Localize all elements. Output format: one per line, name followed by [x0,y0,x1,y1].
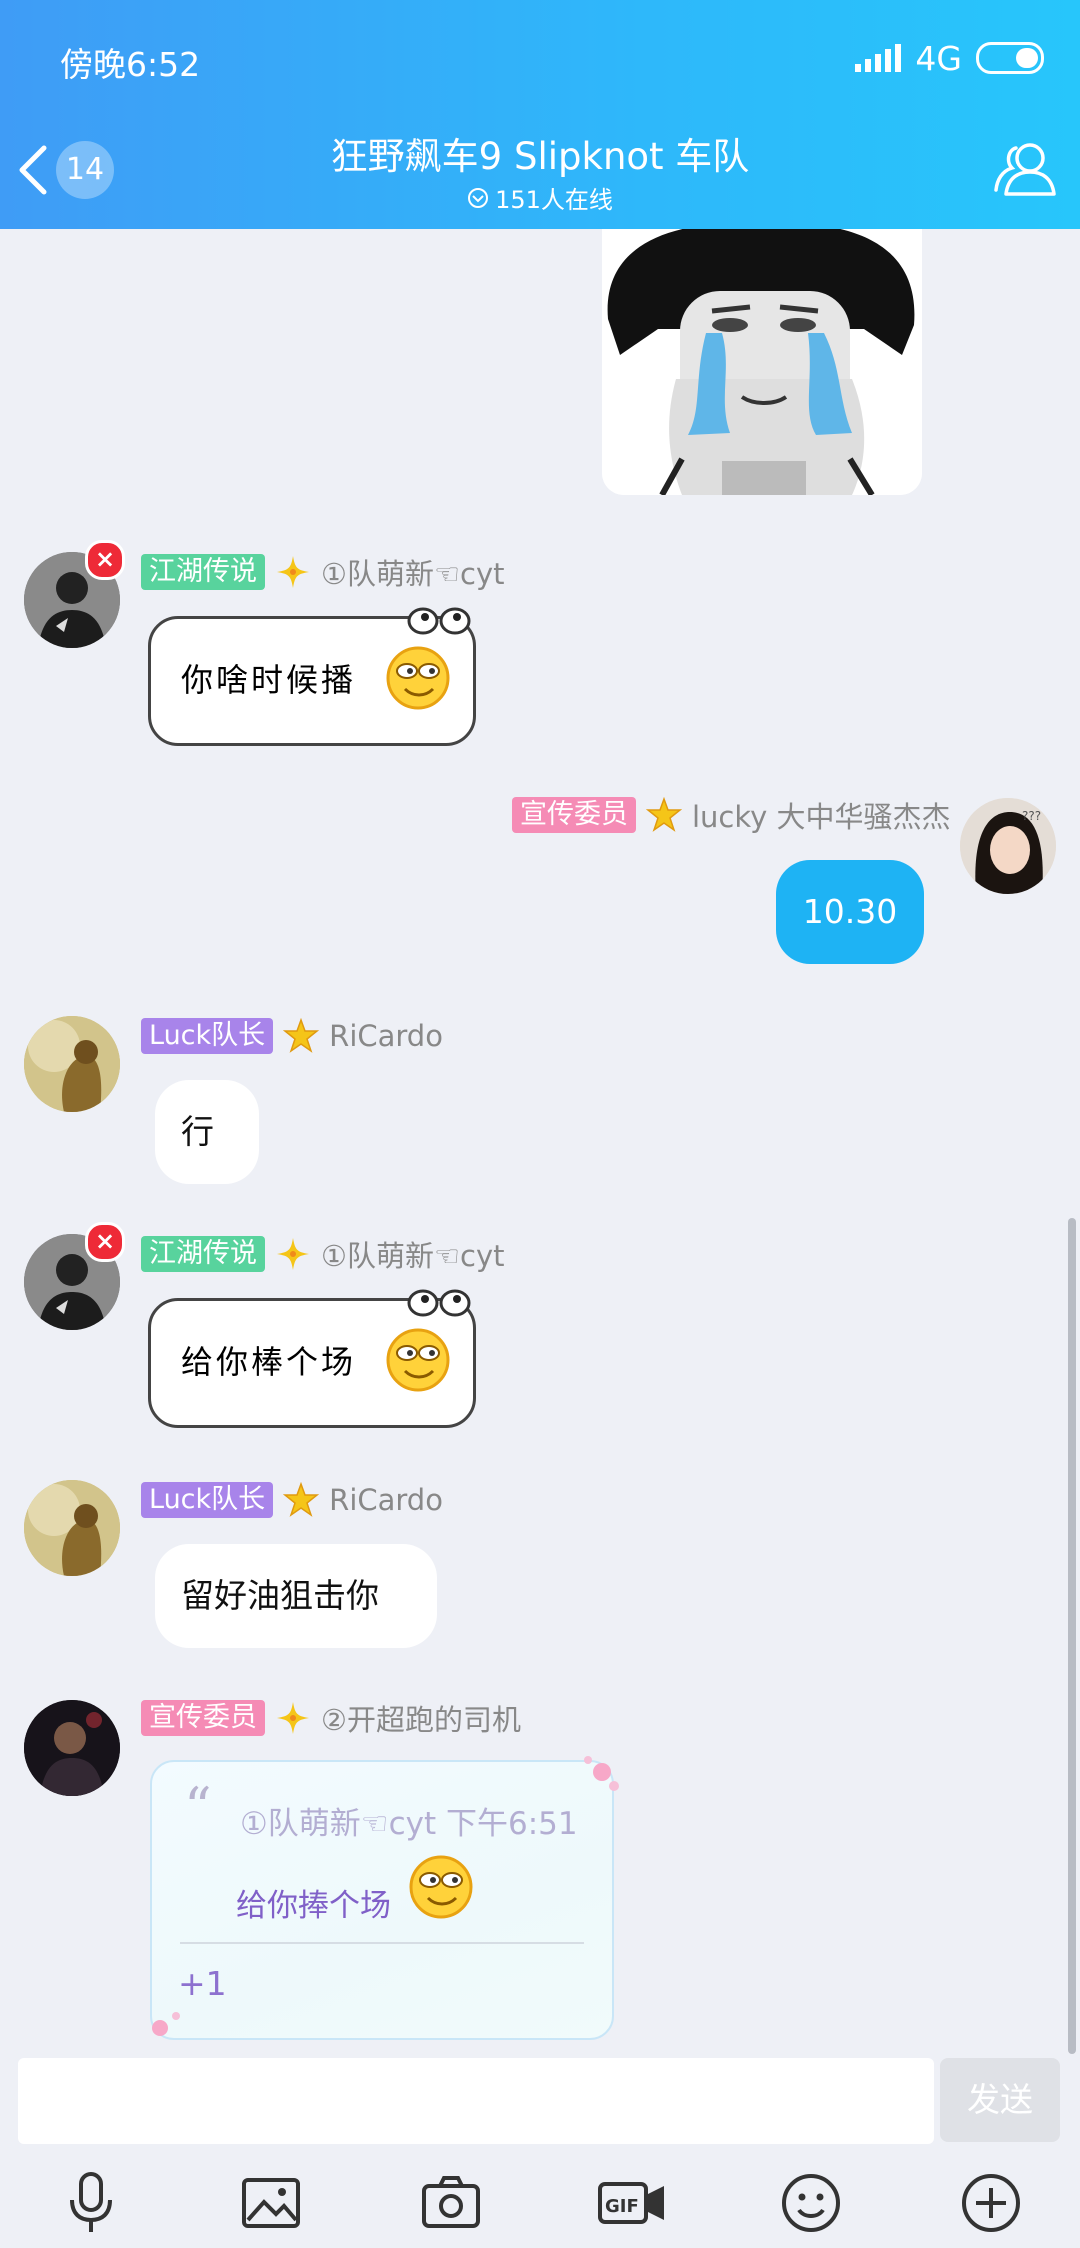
sender-name[interactable]: ①队萌新☜cyt [321,551,504,593]
smirk-emoji-icon [409,1855,473,1919]
avatar[interactable]: ??? [960,798,1056,894]
quoted-sender-time[interactable]: ①队萌新☜cyt 下午6:51 [240,1798,578,1843]
sender-meta: Luck队长 RiCardo [141,1481,443,1519]
member-title-tag: Luck队长 [141,1482,274,1518]
emoji-icon[interactable] [778,2170,844,2236]
send-button[interactable]: 发送 [940,2058,1060,2142]
message-text: 你啥时候播 [181,661,357,699]
message-bubble[interactable]: 你啥时候播 [148,607,476,746]
sender-name[interactable]: RiCardo [329,1483,443,1517]
star-icon [646,797,682,832]
plus-icon[interactable] [958,2170,1024,2236]
camera-icon[interactable] [418,2170,484,2236]
signal-icon [855,44,902,72]
message-input[interactable] [18,2058,934,2144]
image-icon[interactable] [238,2170,304,2236]
member-title-tag: Luck队长 [141,1018,274,1054]
scrollbar[interactable] [1068,1218,1076,2054]
status-indicators: 4G [855,38,1044,78]
microphone-icon[interactable] [58,2170,124,2236]
sender-meta: 宣传委员 lucky 大中华骚杰杰 [512,796,951,834]
star-icon [283,1482,320,1517]
sender-name[interactable]: lucky 大中华骚杰杰 [692,794,951,836]
online-count-label: 151人在线 [495,186,613,214]
sender-meta: 江湖传说 ①队萌新☜cyt [141,1235,504,1273]
message-bubble[interactable]: 10.30 [776,860,924,964]
sender-meta: Luck队长 RiCardo [141,1017,443,1055]
sender-meta: 江湖传说 ①队萌新☜cyt [141,553,504,591]
sender-name[interactable]: RiCardo [329,1019,443,1053]
input-toolbar: GIF [0,2160,1080,2248]
sender-name[interactable]: ②开超跑的司机 [321,1697,521,1739]
quote-divider [180,1942,584,1944]
member-title-tag: 宣传委员 [141,1700,265,1736]
sparkle-star-icon [277,1702,309,1734]
sparkle-star-icon [277,556,309,588]
message-bubble[interactable]: 留好油狙击你 [155,1544,437,1648]
group-title[interactable]: 狂野飙车9 Slipknot 车队 [0,126,1080,180]
smirk-emoji-icon [386,646,450,710]
sparkle-decoration-icon [584,1756,619,1791]
chevron-down-circle-icon [468,187,489,208]
bubble-eyes-icon [407,1289,471,1317]
svg-text:???: ??? [1022,809,1041,823]
network-type: 4G [915,38,962,78]
reply-message-bubble[interactable]: “ ①队萌新☜cyt 下午6:51 给你捧个场 +1 [150,1756,619,2040]
online-count[interactable]: 151人在线 [0,180,1080,215]
sparkle-star-icon [277,1238,309,1270]
close-icon: × [85,540,125,580]
star-icon [283,1018,320,1053]
gif-icon[interactable]: GIF [596,2170,668,2236]
message-text: 给你棒个场 [181,1343,357,1381]
member-title-tag: 宣传委员 [512,797,636,833]
avatar[interactable] [24,1700,120,1796]
close-icon: × [85,1222,125,1262]
bubble-eyes-icon [407,607,471,635]
group-members-icon[interactable] [992,138,1058,198]
status-time: 傍晚6:52 [60,45,201,84]
svg-text:GIF: GIF [605,2196,639,2217]
reply-text: +1 [178,1964,227,2003]
smirk-emoji-icon [386,1328,450,1392]
sender-name[interactable]: ①队萌新☜cyt [321,1233,504,1275]
chat-header: 傍晚6:52 4G 14 狂野飙车9 Slipknot 车队 151人在线 [0,0,1080,229]
avatar[interactable] [24,1480,120,1576]
quote-mark: “ [184,1776,212,1839]
meme-image[interactable] [602,229,922,495]
battery-icon [976,42,1044,74]
message-bubble[interactable]: 行 [155,1080,259,1184]
member-title-tag: 江湖传说 [141,554,265,590]
message-bubble[interactable]: 给你棒个场 [148,1289,476,1428]
sparkle-decoration-icon [152,2012,180,2036]
member-title-tag: 江湖传说 [141,1236,265,1272]
quoted-text: 给你捧个场 [236,1888,391,1924]
sender-meta: 宣传委员 ②开超跑的司机 [141,1699,521,1737]
avatar[interactable] [24,1016,120,1112]
